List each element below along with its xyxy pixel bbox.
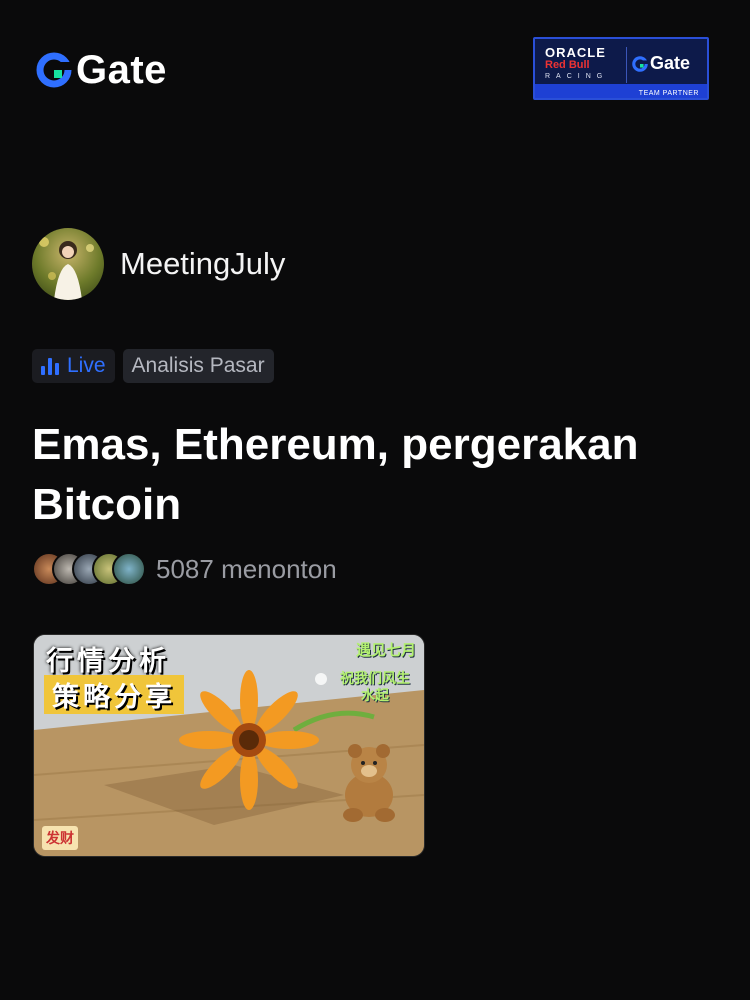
host-profile[interactable]: MeetingJuly <box>32 228 285 300</box>
partner-team-text: TEAM PARTNER <box>638 90 699 97</box>
gate-logo-icon <box>36 52 72 88</box>
viewers-row: 5087 menonton <box>32 552 337 586</box>
tag-row: Live Analisis Pasar <box>32 349 274 383</box>
stream-thumbnail[interactable]: 行情分析 策略分享 遇见七月 祝我们风生水起 发财 <box>33 634 425 857</box>
partner-gate-icon <box>632 55 648 72</box>
live-bars-icon <box>41 357 59 375</box>
live-tag-label: Live <box>67 354 106 377</box>
thumbnail-top-right: 遇见七月 <box>355 641 416 659</box>
thumbnail-right-text: 祝我们风生水起 <box>340 671 410 704</box>
viewers-count: 5087 menonton <box>156 553 337 584</box>
partner-gate-logo: Gate <box>632 53 690 74</box>
stream-title: Emas, Ethereum, pergerakan Bitcoin <box>32 420 639 529</box>
host-name[interactable]: MeetingJuly <box>120 246 285 282</box>
thumbnail-badge: 发财 <box>42 826 78 850</box>
partner-divider <box>626 47 627 83</box>
partner-oracle-text: ORACLE <box>545 45 606 60</box>
partner-gate-text: Gate <box>650 53 691 73</box>
partner-racing-text: RACING <box>545 73 609 80</box>
partner-redbull-text: Red Bull <box>545 59 590 71</box>
gate-logo-text: Gate <box>76 48 167 92</box>
thumbnail-line1: 行情分析 <box>46 646 170 677</box>
avatar-image <box>39 237 94 300</box>
thumbnail-line2: 策略分享 <box>44 675 184 714</box>
live-tag: Live <box>32 349 115 383</box>
viewer-avatars <box>32 552 146 586</box>
category-tag-label: Analisis Pasar <box>131 354 265 377</box>
viewer-avatar <box>112 552 146 586</box>
category-tag[interactable]: Analisis Pasar <box>122 349 274 383</box>
partner-banner: ORACLE Red Bull RACING Gate TEAM PARTNER <box>533 37 709 100</box>
gate-logo[interactable]: Gate <box>36 50 167 90</box>
host-avatar[interactable] <box>32 228 104 300</box>
